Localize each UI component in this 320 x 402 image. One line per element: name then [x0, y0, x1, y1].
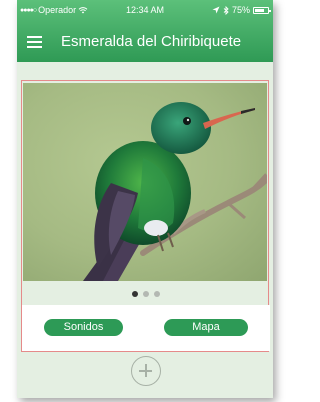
battery-icon [253, 6, 271, 14]
hummingbird-illustration [83, 102, 267, 281]
pager-dot-3[interactable] [154, 291, 160, 297]
status-right: 75% [212, 5, 271, 15]
hamburger-menu-icon[interactable] [27, 36, 42, 48]
pager-dot-2[interactable] [143, 291, 149, 297]
map-button[interactable]: Mapa [164, 319, 248, 336]
page-title: Esmeralda del Chiribiquete [61, 33, 242, 50]
phone-screen: ●●●●○ Operador 12:34 AM 75% Esmeralda de… [17, 0, 273, 398]
plus-circle-icon[interactable] [131, 356, 161, 386]
bluetooth-icon [223, 5, 229, 15]
app-header: ●●●●○ Operador 12:34 AM 75% Esmeralda de… [17, 0, 273, 62]
pager-dot-1[interactable] [132, 291, 138, 297]
battery-percent: 75% [231, 5, 250, 15]
gallery-pager [22, 291, 270, 297]
species-card: Sonidos Mapa [21, 80, 270, 352]
status-bar: ●●●●○ Operador 12:34 AM 75% [17, 0, 273, 22]
sounds-button[interactable]: Sonidos [44, 319, 123, 336]
hummingbird-photo[interactable] [23, 83, 267, 281]
action-bar: Sonidos Mapa [22, 305, 270, 351]
location-arrow-icon [212, 6, 220, 14]
